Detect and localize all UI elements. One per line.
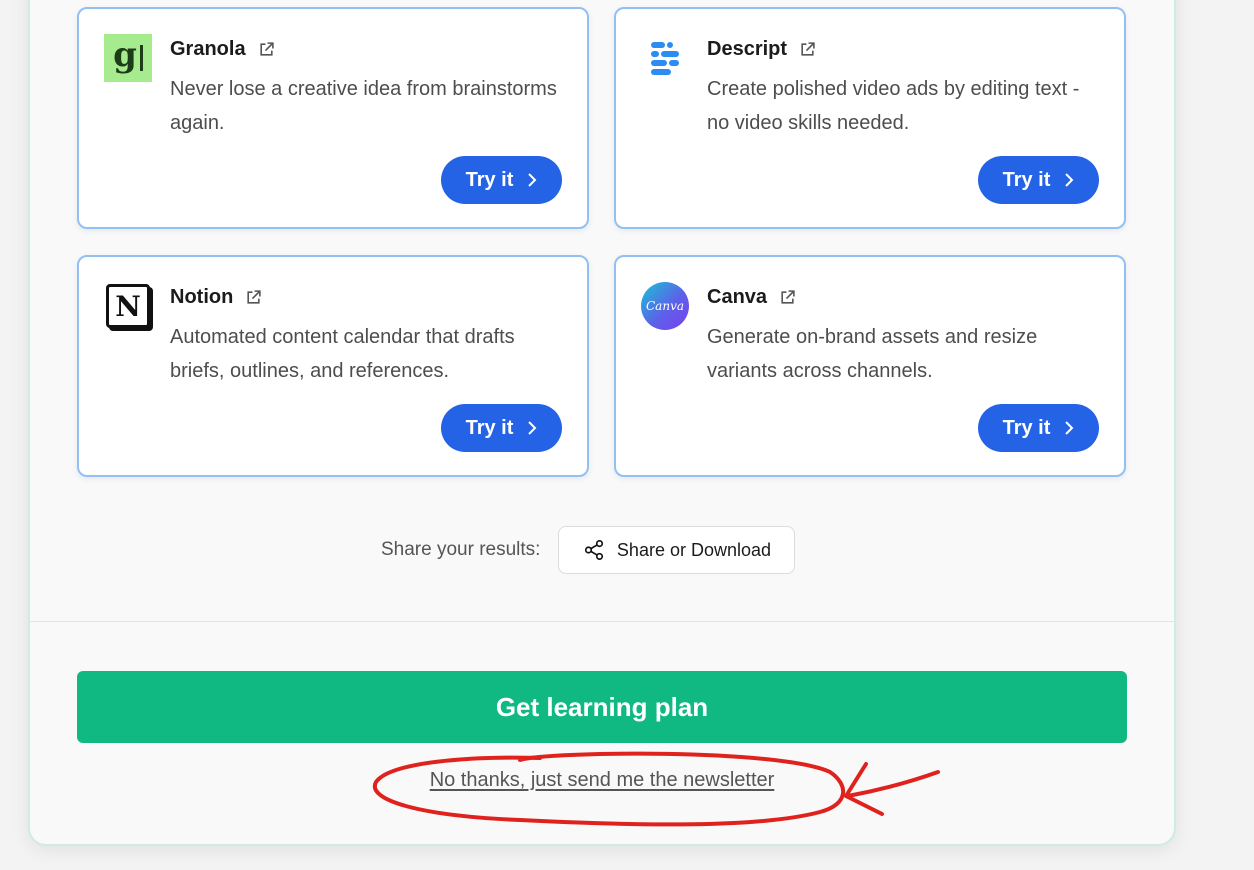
tool-description: Automated content calendar that drafts b… [170, 326, 515, 382]
share-label: Share your results: [381, 539, 541, 560]
external-link-icon [801, 42, 815, 56]
chevron-right-icon [528, 421, 537, 435]
external-link-icon [259, 42, 274, 56]
notion-logo: N [104, 282, 152, 330]
section-divider [28, 621, 1176, 622]
chevron-right-icon [1065, 173, 1074, 187]
granola-logo: g [104, 34, 152, 82]
tool-card-canva: Canva Canva Generate on-brand assets and… [614, 255, 1126, 477]
external-link-icon [247, 290, 261, 304]
chevron-right-icon [528, 173, 537, 187]
tool-title[interactable]: Granola [170, 38, 275, 61]
descript-logo [641, 34, 689, 82]
newsletter-only-link[interactable]: No thanks, just send me the newsletter [0, 769, 1204, 792]
share-download-button[interactable]: Share or Download [558, 526, 796, 574]
share-icon [584, 540, 603, 560]
tool-description: Never lose a creative idea from brainsto… [170, 78, 557, 134]
canva-logo: Canva [641, 282, 689, 330]
get-learning-plan-button[interactable]: Get learning plan [77, 671, 1127, 743]
try-it-button[interactable]: Try it [441, 156, 562, 204]
tool-card-granola: g Granola Never lose a creative idea fro… [77, 7, 589, 229]
tool-title[interactable]: Canva [707, 286, 796, 309]
try-it-button[interactable]: Try it [978, 156, 1099, 204]
tool-title[interactable]: Descript [707, 38, 816, 61]
chevron-right-icon [1065, 421, 1074, 435]
tool-card-notion: N Notion Automated content calendar that… [77, 255, 589, 477]
try-it-button[interactable]: Try it [441, 404, 562, 452]
try-it-button[interactable]: Try it [978, 404, 1099, 452]
external-link-icon [781, 290, 795, 304]
share-row: Share your results: Share or Download [381, 526, 796, 574]
tool-description: Generate on-brand assets and resize vari… [707, 326, 1038, 382]
tool-title[interactable]: Notion [170, 286, 262, 309]
tool-description: Create polished video ads by editing tex… [707, 78, 1080, 134]
tool-card-descript: Descript Create polished video ads by ed… [614, 7, 1126, 229]
